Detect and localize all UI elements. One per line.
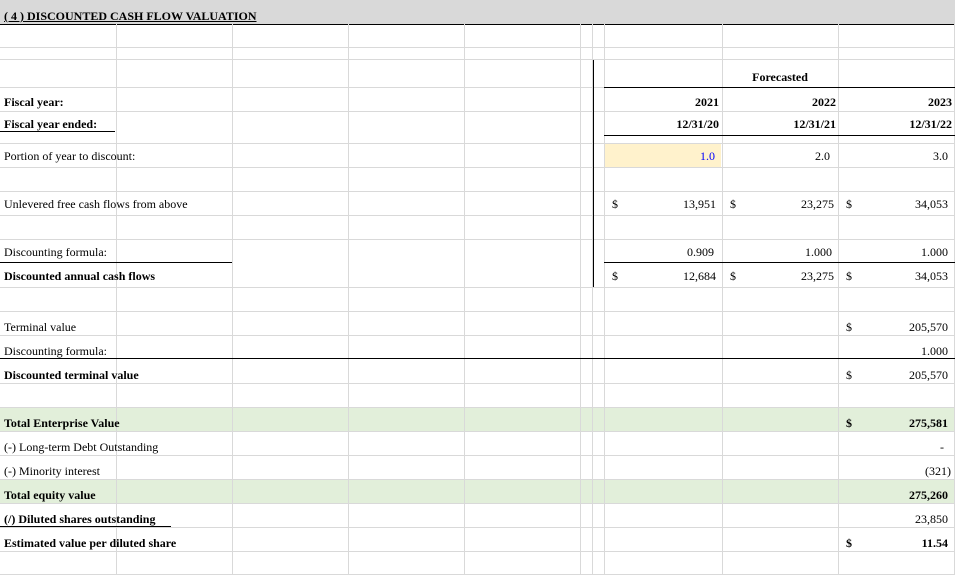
gridline (0, 479, 955, 480)
rule (0, 358, 955, 359)
total-equity-row-highlight (0, 479, 955, 503)
gridline (0, 431, 955, 432)
fiscal-year-label: Fiscal year: (4, 95, 64, 109)
date-2021: 12/31/20 (676, 117, 719, 131)
portion-2021-input[interactable]: 1.0 (604, 149, 715, 163)
dcf-2021: 12,684 (683, 269, 716, 283)
spreadsheet[interactable]: ( 4 ) DISCOUNTED CASH FLOW VALUATION For… (0, 0, 955, 575)
gridline (0, 239, 955, 240)
section-title: ( 4 ) DISCOUNTED CASH FLOW VALUATION (4, 9, 257, 23)
gridline (0, 311, 955, 312)
gridline (0, 407, 955, 408)
portion-2023: 3.0 (933, 149, 948, 163)
tv-discounting-formula: 1.000 (921, 344, 948, 358)
df-2022: 1.000 (805, 245, 832, 259)
gridline (0, 287, 955, 288)
df-2021: 0.909 (687, 245, 714, 259)
discounted-terminal-label: Discounted terminal value (4, 368, 139, 382)
total-ev-value: 275,581 (909, 416, 948, 430)
gridline (0, 335, 955, 336)
gridline (0, 455, 955, 456)
value-per-share: 11.54 (921, 536, 948, 550)
gridline (0, 47, 955, 48)
total-equity-value: 275,260 (909, 488, 948, 502)
forecast-header: Forecasted (752, 70, 808, 84)
total-ev-label: Total Enterprise Value (4, 416, 120, 430)
gridline (232, 24, 233, 575)
discounted-terminal-value: 205,570 (909, 368, 948, 382)
portion-of-year-label: Portion of year to discount: (4, 149, 136, 163)
fcf-2022: 23,275 (801, 197, 834, 211)
total-equity-label: Total equity value (4, 488, 96, 502)
tv-discounting-formula-label: Discounting formula: (4, 344, 107, 358)
minority-label: (-) Minority interest (4, 464, 100, 478)
gridline (0, 167, 955, 168)
year-2023: 2023 (928, 95, 952, 109)
gridline (116, 24, 117, 575)
discounted-annual-label: Discounted annual cash flows (4, 269, 156, 283)
value-per-share-label: Estimated value per diluted share (4, 536, 177, 550)
fiscal-year-ended-label: Fiscal year ended: (4, 117, 98, 131)
terminal-value: 205,570 (909, 320, 948, 334)
gridline (0, 59, 955, 60)
rule (0, 262, 232, 263)
header-rule (604, 87, 955, 88)
date-2022: 12/31/21 (793, 117, 836, 131)
year-2021: 2021 (695, 95, 719, 109)
df-2023: 1.000 (921, 245, 948, 259)
gridline (464, 24, 465, 575)
dcf-2023: 34,053 (915, 269, 948, 283)
unlevered-fcf-label: Unlevered free cash flows from above (4, 197, 188, 211)
rule (0, 526, 171, 527)
rule (604, 135, 955, 136)
forecast-separator (593, 60, 594, 287)
gridline (0, 215, 955, 216)
year-2022: 2022 (812, 95, 836, 109)
terminal-value-label: Terminal value (4, 320, 77, 334)
portion-2022: 2.0 (815, 149, 830, 163)
minority-value: (321) (925, 464, 951, 478)
gridline (0, 527, 955, 528)
diluted-shares-label: (/) Diluted shares outstanding (4, 512, 156, 526)
gridline (0, 111, 955, 112)
gridline (0, 551, 955, 552)
dcf-2022: 23,275 (801, 269, 834, 283)
discounting-formula-label: Discounting formula: (4, 245, 107, 259)
fcf-2021: 13,951 (683, 197, 716, 211)
diluted-shares-value: 23,850 (915, 512, 948, 526)
lt-debt-value: - (940, 440, 944, 454)
gridline (0, 143, 955, 144)
lt-debt-label: (-) Long-term Debt Outstanding (4, 440, 159, 454)
gridline (0, 503, 955, 504)
fcf-2023: 34,053 (915, 197, 948, 211)
gridline (0, 191, 955, 192)
gridline (0, 383, 955, 384)
rule (604, 262, 955, 263)
gridline (580, 24, 581, 575)
rule (0, 131, 115, 132)
gridline (348, 24, 349, 575)
date-2023: 12/31/22 (909, 117, 952, 131)
total-ev-row-highlight (0, 407, 955, 431)
